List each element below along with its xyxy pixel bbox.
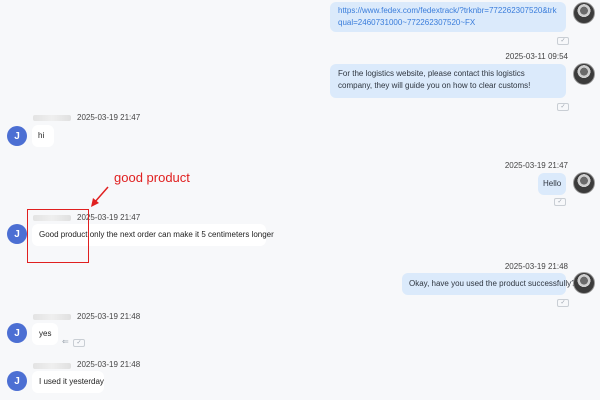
read-receipt-icon: ✓ bbox=[557, 37, 569, 45]
user-avatar bbox=[573, 172, 595, 194]
message-bubble-outgoing: https://www.fedex.com/fedextrack/?trknbr… bbox=[330, 2, 566, 32]
message-timestamp: 2025-03-19 21:47 bbox=[504, 161, 568, 170]
tracking-link[interactable]: https://www.fedex.com/fedextrack/?trknbr… bbox=[338, 6, 557, 27]
message-timestamp: 2025-03-19 21:48 bbox=[504, 262, 568, 271]
message-text: Hello bbox=[543, 179, 562, 188]
user-avatar bbox=[573, 63, 595, 85]
message-timestamp: 2025-03-11 09:54 bbox=[505, 52, 568, 61]
message-text: Okay, have you used the product successf… bbox=[409, 279, 576, 288]
contact-avatar: J bbox=[7, 126, 27, 146]
message-text: hi bbox=[38, 131, 45, 140]
annotation-highlight-box bbox=[27, 209, 89, 263]
read-receipt-icon: ✓ bbox=[557, 299, 569, 307]
read-receipt-icon: ✓ bbox=[557, 103, 569, 111]
message-timestamp: 2025-03-19 21:48 bbox=[77, 312, 141, 321]
annotation-label: good product bbox=[114, 170, 190, 185]
message-text: For the logistics website, please contac… bbox=[338, 69, 531, 90]
message-bubble-incoming: I used it yesterday bbox=[32, 371, 104, 393]
user-avatar bbox=[573, 272, 595, 294]
message-bubble-outgoing: Okay, have you used the product successf… bbox=[402, 273, 576, 295]
message-text: I used it yesterday bbox=[39, 377, 104, 386]
message-bubble-outgoing: For the logistics website, please contac… bbox=[330, 64, 566, 98]
message-timestamp: 2025-03-19 21:47 bbox=[77, 113, 141, 122]
reply-icon[interactable]: ⇐ bbox=[62, 337, 69, 346]
message-bubble-incoming: yes bbox=[32, 323, 58, 345]
user-avatar bbox=[573, 2, 595, 24]
sender-name-redacted bbox=[33, 115, 71, 121]
sender-name-redacted bbox=[33, 363, 71, 369]
contact-avatar: J bbox=[7, 224, 27, 244]
message-bubble-incoming: hi bbox=[32, 125, 54, 147]
annotation-arrow bbox=[91, 186, 109, 207]
read-receipt-icon: ✓ bbox=[554, 198, 566, 206]
message-timestamp: 2025-03-19 21:48 bbox=[77, 360, 141, 369]
contact-avatar: J bbox=[7, 371, 27, 391]
avatar-initial: J bbox=[14, 375, 20, 387]
message-bubble-outgoing: Hello bbox=[538, 173, 566, 195]
avatar-initial: J bbox=[14, 130, 20, 142]
avatar-initial: J bbox=[14, 327, 20, 339]
avatar-initial: J bbox=[14, 228, 20, 240]
message-text: yes bbox=[39, 329, 52, 338]
read-receipt-icon: ✓ bbox=[73, 339, 85, 347]
contact-avatar: J bbox=[7, 323, 27, 343]
sender-name-redacted bbox=[33, 314, 71, 320]
